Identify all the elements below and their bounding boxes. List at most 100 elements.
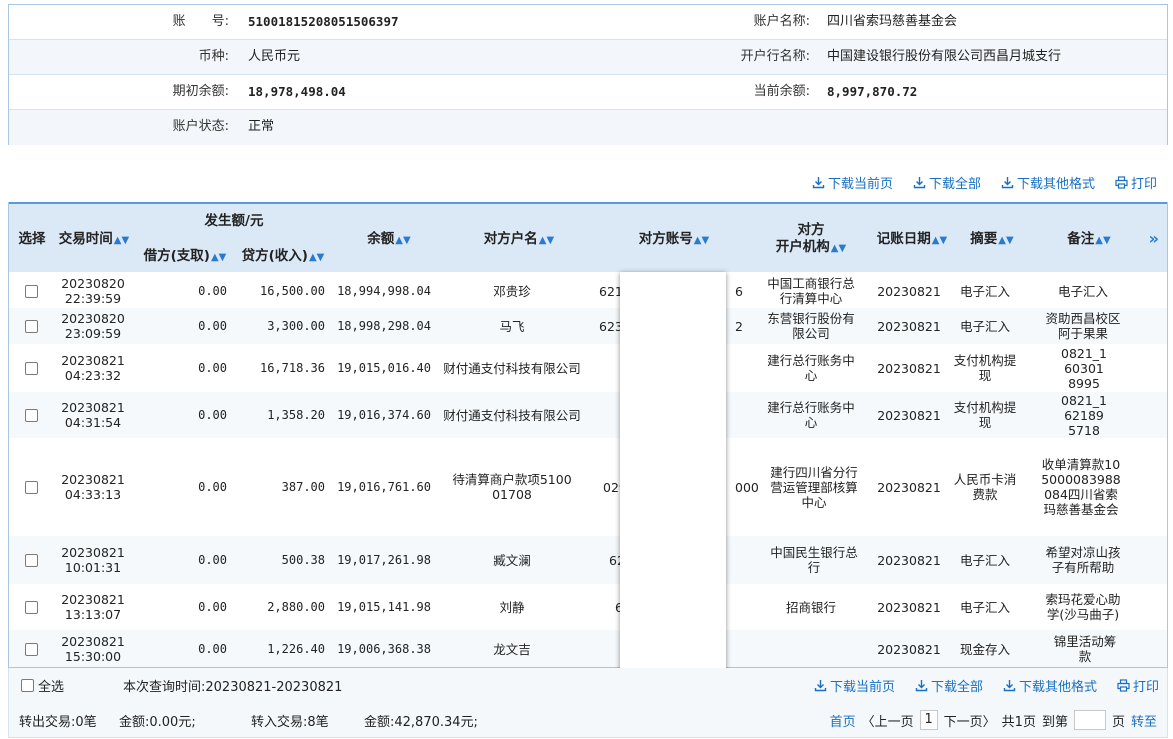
cell-remark: 希望对凉山孩子有所帮助 [1045, 545, 1121, 575]
row-checkbox[interactable] [24, 642, 38, 656]
row-checkbox[interactable] [24, 361, 38, 375]
cell-summary: 电子汇入 [959, 283, 1010, 299]
cell-debit: 0.00 [198, 407, 227, 422]
account-status-label: 账户状态: [172, 119, 229, 134]
cell-debit: 0.00 [198, 479, 227, 494]
currency-value: 人民币元 [248, 49, 301, 64]
outgoing-amount: 金额:0.00元; [119, 715, 196, 730]
cell-credit: 16,718.36 [259, 360, 325, 375]
header-remark-label: 备注 [1067, 231, 1095, 247]
cell-remark: 0821_1621895718 [1061, 392, 1108, 438]
current-page-number[interactable]: 1 [919, 710, 938, 730]
header-debit[interactable]: 借方(支取)▲▼ [137, 248, 233, 266]
row-checkbox[interactable] [24, 284, 38, 298]
header-balance[interactable]: 余额▲▼ [339, 231, 439, 249]
select-all-checkbox[interactable] [21, 679, 34, 692]
print-button[interactable]: 打印 [1115, 173, 1157, 192]
download-all-button[interactable]: 下载全部 [915, 676, 983, 695]
sort-icon: ▲▼ [830, 243, 847, 254]
row-checkbox[interactable] [24, 319, 38, 333]
transactions-table: 选择 交易时间▲▼ 发生额/元 借方(支取)▲▼ 贷方(收入)▲▼ 余额▲▼ 对… [8, 202, 1168, 668]
cell-post-date: 20230821 [877, 599, 941, 615]
pagination: 首页 〈上一页 1 下一页〉 共1页 到第 页 转至 [830, 710, 1157, 730]
first-page-link[interactable]: 首页 [830, 711, 856, 730]
header-counter-account[interactable]: 对方账号▲▼ [599, 231, 749, 249]
table-row: 20230821 04:31:54 0.00 1,358.20 19,016,37… [9, 392, 1167, 438]
row-checkbox[interactable] [24, 408, 38, 422]
cell-credit: 387.00 [281, 479, 325, 494]
cell-time: 20230821 04:33:13 [61, 472, 125, 502]
cell-counter-account-end [735, 630, 755, 667]
download-current-page-label: 下载当前页 [827, 176, 893, 192]
sort-icon: ▲▼ [308, 252, 325, 263]
header-summary[interactable]: 摘要▲▼ [959, 231, 1025, 249]
download-all-label: 下载全部 [928, 176, 981, 192]
download-other-format-label: 下载其他格式 [1018, 679, 1097, 695]
header-debit-label: 借方(支取) [143, 248, 210, 264]
cell-remark: 索玛花爱心助学(沙马曲子) [1045, 592, 1121, 622]
header-counter-bank[interactable]: 对方 开户机构▲▼ [761, 222, 861, 257]
cell-time: 20230821 04:31:54 [61, 400, 125, 430]
printer-icon [1115, 175, 1128, 189]
download-other-format-button[interactable]: 下载其他格式 [1003, 676, 1097, 695]
account-name-value: 四川省索玛慈善基金会 [827, 14, 958, 29]
download-all-label: 下载全部 [930, 679, 983, 695]
query-time: 本次查询时间:20230821-20230821 [123, 680, 343, 695]
next-page-link[interactable]: 下一页〉 [944, 711, 996, 730]
cell-credit: 500.38 [281, 552, 325, 567]
cell-counter-bank [765, 630, 857, 667]
cell-balance: 18,998,298.04 [337, 318, 431, 333]
current-balance-label: 当前余额: [753, 84, 810, 99]
header-counter-name[interactable]: 对方户名▲▼ [449, 231, 589, 249]
download-all-button[interactable]: 下载全部 [913, 173, 981, 192]
cell-post-date: 20230821 [877, 479, 941, 495]
row-checkbox[interactable] [24, 553, 38, 567]
download-current-page-button[interactable]: 下载当前页 [814, 676, 895, 695]
bank-name-value: 中国建设银行股份有限公司西昌月城支行 [827, 49, 1062, 64]
row-checkbox[interactable] [24, 480, 38, 494]
cell-remark: 资助西昌校区阿于果果 [1045, 311, 1121, 341]
account-status-value: 正常 [248, 119, 275, 134]
table-row: 20230820 22:39:59 0.00 16,500.00 18,994,9… [9, 274, 1167, 308]
cell-summary: 现金存入 [959, 641, 1010, 657]
download-current-page-button[interactable]: 下载当前页 [812, 173, 893, 192]
sort-icon: ▲▼ [210, 252, 227, 263]
cell-debit: 0.00 [198, 318, 227, 333]
select-all-control[interactable]: 全选 [21, 676, 64, 695]
opening-balance-value: 18,978,498.04 [248, 84, 346, 99]
cell-counter-name: 财付通支付科技有限公司 [443, 360, 581, 376]
header-time[interactable]: 交易时间▲▼ [55, 231, 133, 249]
cell-counter-account-end: 2 [735, 318, 743, 334]
header-counter-account-label: 对方账号 [638, 231, 693, 247]
cell-post-date: 20230821 [877, 360, 941, 376]
header-credit[interactable]: 贷方(收入)▲▼ [237, 248, 329, 266]
cell-time: 20230821 04:23:32 [61, 353, 125, 383]
goto-page-input[interactable] [1073, 710, 1106, 730]
cell-debit: 0.00 [198, 360, 227, 375]
current-balance-value: 8,997,870.72 [827, 84, 918, 99]
goto-page-button[interactable]: 转至 [1131, 711, 1157, 730]
cell-post-date: 20230821 [877, 552, 941, 568]
cell-credit: 2,880.00 [267, 599, 325, 614]
cell-counter-bank: 中国民生银行总行 [770, 545, 858, 575]
row-checkbox[interactable] [24, 600, 38, 614]
cell-counter-name: 刘静 [499, 599, 525, 615]
cell-balance: 19,015,016.40 [337, 360, 431, 375]
cell-balance: 19,006,368.38 [337, 641, 431, 656]
cell-counter-bank: 东营银行股份有限公司 [767, 311, 855, 341]
more-columns-icon[interactable]: » [1149, 229, 1159, 248]
cell-balance: 19,016,761.60 [337, 479, 431, 494]
header-remark[interactable]: 备注▲▼ [1049, 231, 1129, 249]
cell-counter-name: 臧文澜 [493, 552, 531, 568]
cell-credit: 1,358.20 [267, 407, 325, 422]
prev-page-link[interactable]: 〈上一页 [862, 711, 914, 730]
header-post-date[interactable]: 记账日期▲▼ [869, 231, 955, 249]
cell-time: 20230820 23:09:59 [61, 311, 125, 341]
cell-summary: 电子汇入 [959, 599, 1010, 615]
sort-icon: ▲▼ [395, 235, 411, 246]
cell-post-date: 20230821 [877, 641, 941, 657]
cell-time: 20230821 13:13:07 [61, 592, 125, 622]
print-button[interactable]: 打印 [1117, 676, 1159, 695]
account-info-row: 账 号: 51001815208051506397 账户名称: 四川省索玛慈善基… [9, 5, 1167, 40]
download-other-format-button[interactable]: 下载其他格式 [1001, 173, 1095, 192]
